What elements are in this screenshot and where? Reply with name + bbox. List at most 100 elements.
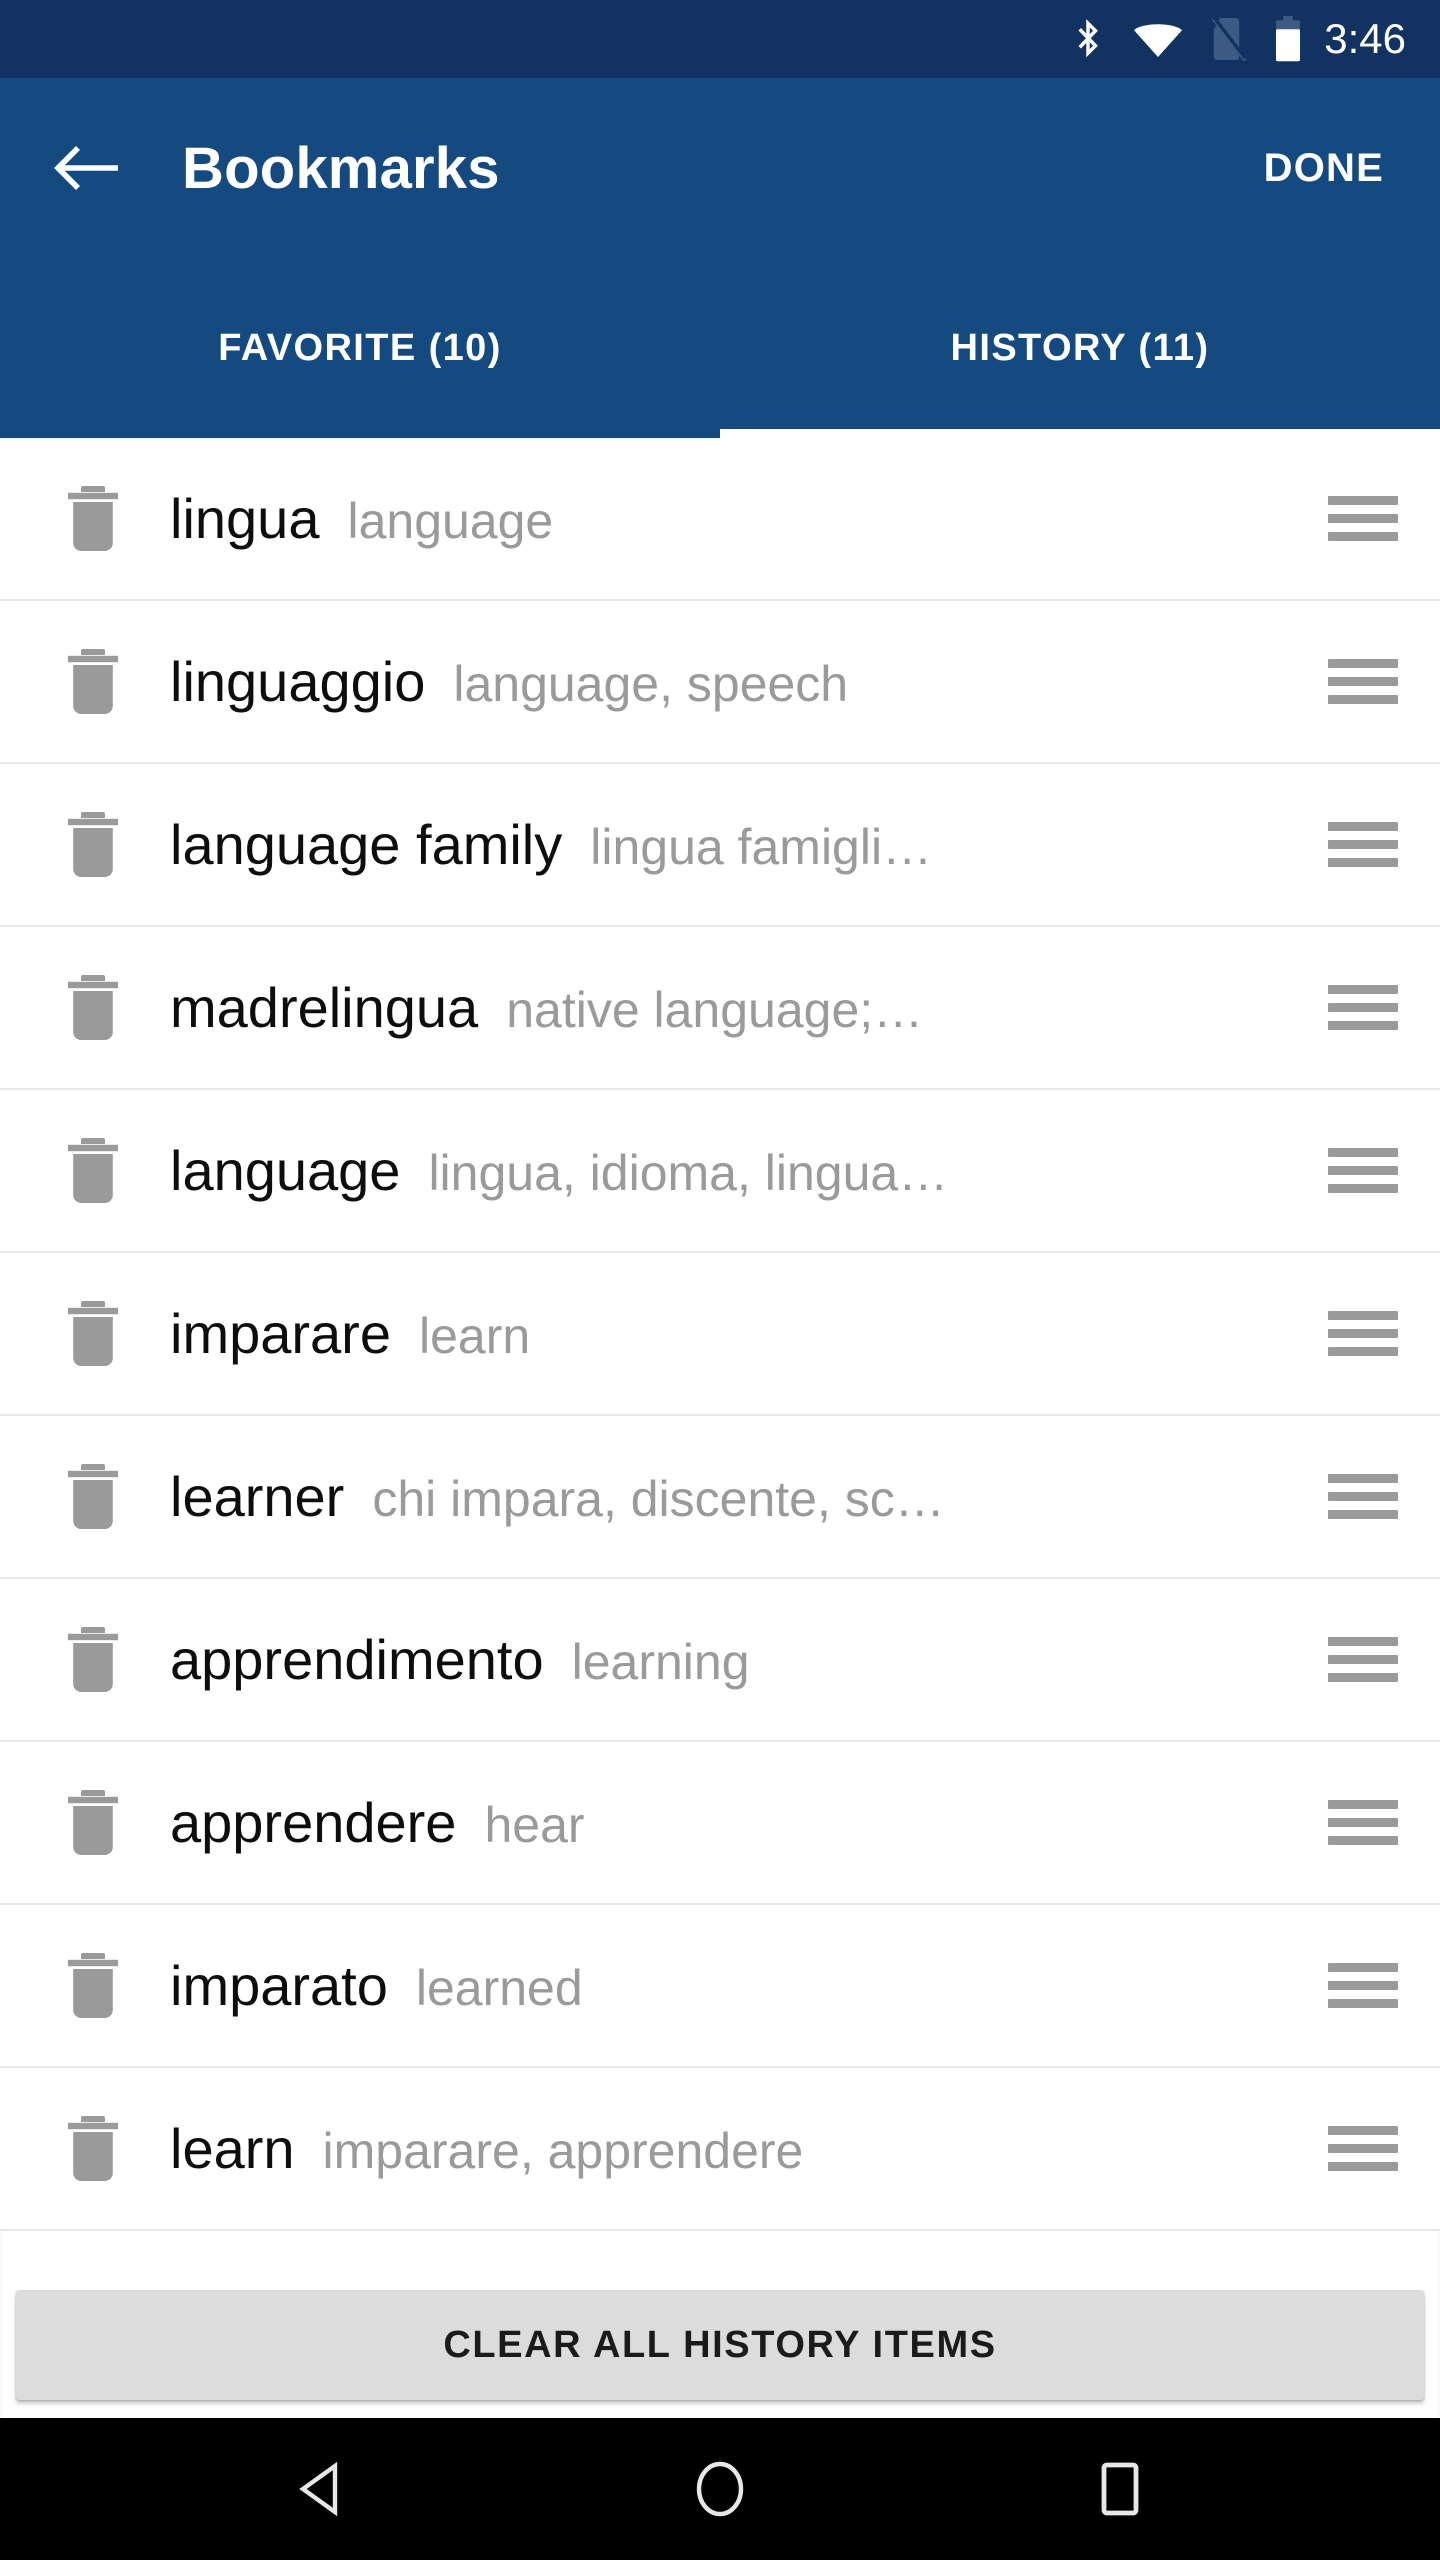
drag-handle-bar xyxy=(1328,1999,1398,2008)
app-bar: Bookmarks DONE FAVORITE (10) HISTORY (11… xyxy=(0,78,1440,438)
row-text-group: learner chi impara, discente, sc… xyxy=(170,1464,1306,1529)
trash-icon[interactable] xyxy=(62,1462,124,1532)
row-term: lingua xyxy=(170,487,320,550)
table-row[interactable]: learn imparare, apprendere xyxy=(0,2068,1440,2231)
row-term: learner xyxy=(170,1465,345,1528)
tab-favorite[interactable]: FAVORITE (10) xyxy=(0,258,720,438)
home-nav-icon[interactable] xyxy=(660,2429,780,2549)
drag-handle-icon[interactable] xyxy=(1328,1474,1398,1519)
trash-icon[interactable] xyxy=(62,1951,124,2021)
drag-handle-bar xyxy=(1328,695,1398,704)
drag-handle-icon[interactable] xyxy=(1328,1637,1398,1682)
drag-handle-bar xyxy=(1328,1637,1398,1646)
row-translation: learn xyxy=(418,1308,531,1364)
drag-handle-bar xyxy=(1328,840,1398,849)
table-row[interactable]: linguaggio language, speech xyxy=(0,601,1440,764)
row-text-group: lingua language xyxy=(170,486,1306,551)
row-text-group: imparato learned xyxy=(170,1953,1306,2018)
table-row[interactable]: madrelingua native language;… xyxy=(0,927,1440,1090)
drag-handle-bar xyxy=(1328,1673,1398,1682)
status-time: 3:46 xyxy=(1324,15,1406,62)
row-translation: imparare, apprendere xyxy=(322,2123,804,2179)
table-row[interactable]: apprendere hear xyxy=(0,1742,1440,1905)
table-row[interactable]: lingua language xyxy=(0,438,1440,601)
table-row[interactable]: language family lingua famigli… xyxy=(0,764,1440,927)
drag-handle-bar xyxy=(1328,1800,1398,1809)
drag-handle-icon[interactable] xyxy=(1328,1800,1398,1845)
drag-handle-bar xyxy=(1328,985,1398,994)
row-translation: learning xyxy=(571,1634,750,1690)
row-translation: learned xyxy=(415,1960,583,2016)
row-term: learn xyxy=(170,2117,295,2180)
row-term: language xyxy=(170,1139,401,1202)
drag-handle-bar xyxy=(1328,1492,1398,1501)
app-bar-top-row: Bookmarks DONE xyxy=(0,78,1440,258)
trash-icon[interactable] xyxy=(62,1136,124,1206)
trash-icon[interactable] xyxy=(62,973,124,1043)
drag-handle-bar xyxy=(1328,1003,1398,1012)
drag-handle-bar xyxy=(1328,1981,1398,1990)
drag-handle-bar xyxy=(1328,1329,1398,1338)
clear-history-bar: CLEAR ALL HISTORY ITEMS xyxy=(0,2290,1440,2418)
row-term: madrelingua xyxy=(170,976,479,1039)
row-term: apprendere xyxy=(170,1791,457,1854)
trash-icon[interactable] xyxy=(62,1299,124,1369)
status-icon-group xyxy=(1070,14,1302,62)
drag-handle-bar xyxy=(1328,1184,1398,1193)
drag-handle-bar xyxy=(1328,1963,1398,1972)
row-text-group: imparare learn xyxy=(170,1301,1306,1366)
row-term: apprendimento xyxy=(170,1628,544,1691)
row-text-group: madrelingua native language;… xyxy=(170,975,1306,1040)
drag-handle-icon[interactable] xyxy=(1328,1311,1398,1356)
trash-icon[interactable] xyxy=(62,484,124,554)
drag-handle-bar xyxy=(1328,1021,1398,1030)
trash-icon[interactable] xyxy=(62,1788,124,1858)
drag-handle-icon[interactable] xyxy=(1328,659,1398,704)
clear-all-history-button[interactable]: CLEAR ALL HISTORY ITEMS xyxy=(16,2290,1424,2400)
trash-icon[interactable] xyxy=(62,1625,124,1695)
battery-icon xyxy=(1274,16,1302,62)
status-bar: 3:46 xyxy=(0,0,1440,78)
row-term: linguaggio xyxy=(170,650,426,713)
trash-icon[interactable] xyxy=(62,2114,124,2184)
drag-handle-icon[interactable] xyxy=(1328,822,1398,867)
table-row[interactable]: learner chi impara, discente, sc… xyxy=(0,1416,1440,1579)
back-nav-icon[interactable] xyxy=(260,2429,380,2549)
table-row[interactable]: language lingua, idioma, lingua… xyxy=(0,1090,1440,1253)
row-text-group: learn imparare, apprendere xyxy=(170,2116,1306,2181)
table-row[interactable]: apprendimento learning xyxy=(0,1579,1440,1742)
drag-handle-bar xyxy=(1328,1311,1398,1320)
drag-handle-bar xyxy=(1328,2144,1398,2153)
drag-handle-icon[interactable] xyxy=(1328,1148,1398,1193)
done-button[interactable]: DONE xyxy=(1256,132,1392,205)
table-row[interactable]: imparato learned xyxy=(0,1905,1440,2068)
drag-handle-bar xyxy=(1328,2162,1398,2171)
no-sim-icon xyxy=(1210,14,1248,62)
row-term: imparare xyxy=(170,1302,391,1365)
drag-handle-icon[interactable] xyxy=(1328,985,1398,1030)
tab-history[interactable]: HISTORY (11) xyxy=(720,258,1440,438)
drag-handle-icon[interactable] xyxy=(1328,496,1398,541)
row-text-group: linguaggio language, speech xyxy=(170,649,1306,714)
drag-handle-bar xyxy=(1328,822,1398,831)
trash-icon[interactable] xyxy=(62,647,124,717)
trash-icon[interactable] xyxy=(62,810,124,880)
app-screen: 3:46 Bookmarks DONE FAVORITE (10) HISTOR… xyxy=(0,0,1440,2560)
drag-handle-bar xyxy=(1328,514,1398,523)
recents-nav-icon[interactable] xyxy=(1060,2429,1180,2549)
tab-bar: FAVORITE (10) HISTORY (11) xyxy=(0,258,1440,438)
row-text-group: language lingua, idioma, lingua… xyxy=(170,1138,1306,1203)
back-arrow-icon[interactable] xyxy=(52,128,132,208)
drag-handle-bar xyxy=(1328,1166,1398,1175)
drag-handle-bar xyxy=(1328,496,1398,505)
drag-handle-bar xyxy=(1328,1836,1398,1845)
table-row[interactable]: imparare learn xyxy=(0,1253,1440,1416)
drag-handle-icon[interactable] xyxy=(1328,1963,1398,2008)
row-translation: language xyxy=(347,493,554,549)
bluetooth-icon xyxy=(1070,16,1106,62)
drag-handle-icon[interactable] xyxy=(1328,2126,1398,2171)
drag-handle-bar xyxy=(1328,1148,1398,1157)
drag-handle-bar xyxy=(1328,677,1398,686)
drag-handle-bar xyxy=(1328,858,1398,867)
page-title: Bookmarks xyxy=(182,135,500,201)
